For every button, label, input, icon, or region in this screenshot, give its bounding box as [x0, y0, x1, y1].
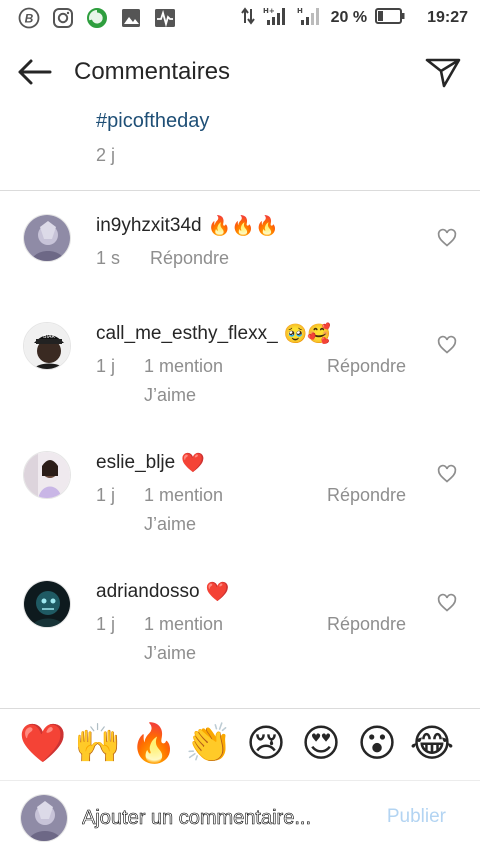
mention-count[interactable]: 1 mention: [144, 356, 223, 377]
divider: [0, 780, 480, 781]
like-comment-button[interactable]: [437, 464, 457, 484]
caption: #picoftheday 2 j: [96, 110, 209, 166]
comment-username[interactable]: in9yhzxit34d: [96, 215, 202, 237]
signal-h-icon: H: [297, 6, 323, 31]
instagram-icon: [52, 7, 74, 29]
paper-plane-icon: [425, 58, 461, 88]
emoji-raised-hands[interactable]: 🙌: [72, 718, 124, 770]
caption-hashtag[interactable]: #picoftheday: [96, 110, 209, 133]
divider: [0, 708, 480, 709]
like-label[interactable]: J’aime: [144, 643, 196, 664]
b-circle-icon: B: [18, 7, 40, 29]
avatar[interactable]: [23, 580, 71, 628]
comment-input[interactable]: [82, 804, 352, 832]
reply-button[interactable]: Répondre: [327, 485, 406, 506]
like-comment-button[interactable]: [437, 335, 457, 355]
divider: [0, 190, 480, 191]
heart-outline-icon: [437, 228, 457, 247]
heart-outline-icon: [437, 464, 457, 483]
header: Commentaires: [0, 44, 480, 100]
reply-button[interactable]: Répondre: [327, 356, 406, 377]
signal-h-plus-icon: H+: [263, 6, 289, 31]
caption-time: 2 j: [96, 145, 116, 165]
mention-count[interactable]: 1 mention: [144, 614, 223, 635]
comment-username[interactable]: adriandosso: [96, 581, 200, 603]
back-button[interactable]: [16, 56, 56, 88]
comment-emoji: ❤️: [205, 582, 230, 603]
like-comment-button[interactable]: [437, 228, 457, 248]
like-label[interactable]: J’aime: [144, 385, 196, 406]
share-button[interactable]: [424, 54, 462, 90]
mention-count[interactable]: 1 mention: [144, 485, 223, 506]
data-saver-icon: [86, 7, 108, 29]
comment-emoji: ❤️: [181, 453, 205, 474]
like-label[interactable]: J’aime: [144, 514, 196, 535]
reply-button[interactable]: Répondre: [327, 614, 406, 635]
battery-icon: [375, 7, 405, 29]
emoji-heart[interactable]: ❤️: [17, 718, 69, 770]
emoji-fire[interactable]: 🔥: [128, 718, 180, 770]
comment-username[interactable]: call_me_esthy_flexx_: [96, 323, 278, 345]
page-title: Commentaires: [74, 58, 231, 85]
battery-percent: 20 %: [330, 9, 368, 26]
arrow-left-icon: [18, 59, 52, 85]
comment-time: 1 j: [96, 356, 116, 376]
comment-username[interactable]: eslie_blje: [96, 452, 175, 474]
data-arrows-icon: [240, 6, 255, 30]
current-user-avatar: [20, 794, 68, 842]
avatar[interactable]: [23, 214, 71, 262]
svg-text:H: H: [297, 7, 303, 15]
comment-emoji: 🥹🥰: [283, 324, 331, 345]
clock: 19:27: [427, 9, 468, 26]
activity-icon: [154, 7, 176, 29]
emoji-heart-eyes[interactable]: 😍: [295, 718, 347, 770]
comment-time: 1 s: [96, 248, 121, 268]
avatar[interactable]: [23, 451, 71, 499]
gallery-icon: [120, 7, 142, 29]
heart-outline-icon: [437, 593, 457, 612]
svg-text:BIAR: BIAR: [43, 334, 55, 340]
publish-button[interactable]: Publier: [387, 806, 446, 828]
heart-outline-icon: [437, 335, 457, 354]
emoji-clap[interactable]: 👏: [183, 718, 235, 770]
status-bar: B H+ H 20 % 19:27: [0, 0, 480, 36]
comment-composer: Publier: [0, 790, 480, 846]
comment-time: 1 j: [96, 614, 116, 634]
avatar[interactable]: BIAR: [23, 322, 71, 370]
emoji-surprised[interactable]: 😮: [351, 718, 403, 770]
emoji-quick-bar: ❤️ 🙌 🔥 👏 😢 😍 😮 😂: [0, 718, 480, 774]
svg-text:B: B: [25, 12, 34, 26]
svg-text:H+: H+: [263, 7, 275, 15]
emoji-crying[interactable]: 😢: [240, 718, 292, 770]
comment-time: 1 j: [96, 485, 116, 505]
reply-button[interactable]: Répondre: [150, 248, 229, 269]
like-comment-button[interactable]: [437, 593, 457, 613]
comment-emoji: 🔥🔥🔥: [207, 216, 279, 237]
emoji-tears-of-joy[interactable]: 😂: [406, 718, 458, 770]
